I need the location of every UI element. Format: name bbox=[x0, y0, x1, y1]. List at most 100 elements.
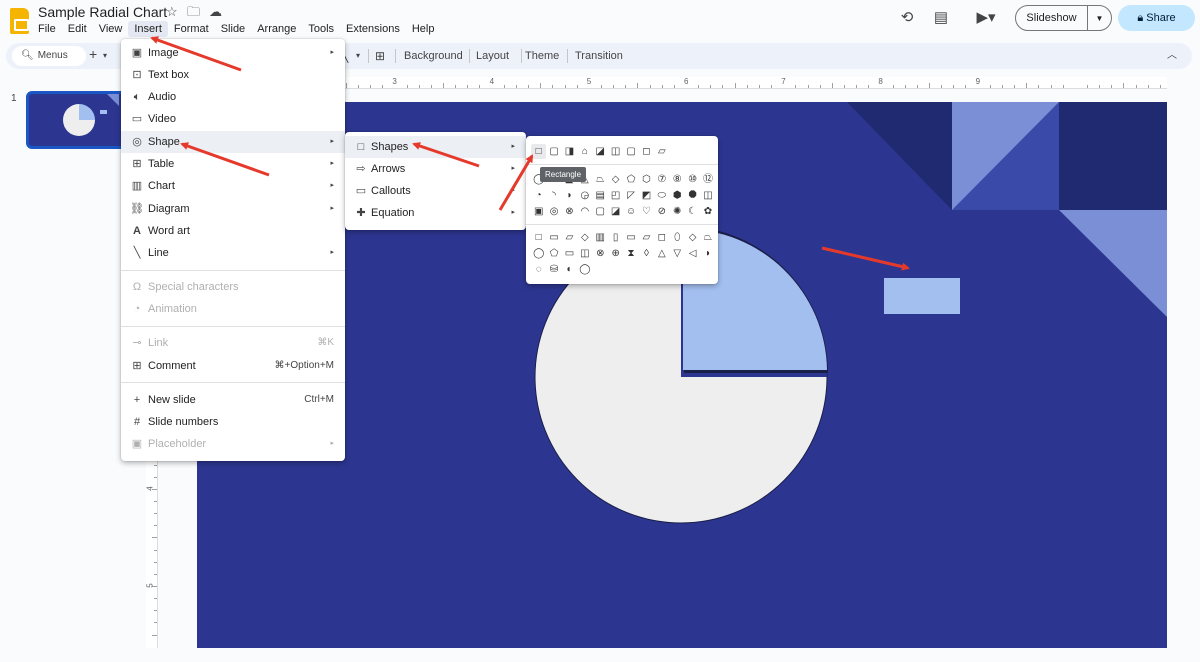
shape-option-icon[interactable]: ▯ bbox=[608, 230, 623, 245]
menu-item-image[interactable]: ▣ Image ▸ bbox=[121, 42, 345, 64]
shape-option-icon[interactable]: ◗ bbox=[562, 188, 577, 203]
theme-button[interactable]: Theme bbox=[525, 48, 559, 64]
menu-item-line[interactable]: ╲ Line ▸ bbox=[121, 242, 345, 264]
shape-option-icon[interactable]: ▤ bbox=[593, 188, 608, 203]
menu-item-slide-numbers[interactable]: # Slide numbers bbox=[121, 411, 345, 433]
shape-option-icon[interactable]: ▱ bbox=[654, 144, 669, 159]
add-comment-icon[interactable]: ⊞ bbox=[375, 48, 385, 64]
shape-option-icon[interactable]: ◻ bbox=[654, 230, 669, 245]
menu-item-diagram[interactable]: ⛓︎ Diagram ▸ bbox=[121, 198, 345, 220]
transition-button[interactable]: Transition bbox=[575, 48, 623, 64]
shape-option-icon[interactable]: ◸ bbox=[623, 188, 638, 203]
shape-option-icon[interactable]: ⊘ bbox=[654, 204, 669, 219]
shape-option-icon[interactable]: ⊗ bbox=[593, 246, 608, 261]
menu-arrange[interactable]: Arrange bbox=[251, 21, 302, 37]
shape-option-icon[interactable]: ⬠ bbox=[623, 172, 638, 187]
shape-option-icon[interactable]: ▱ bbox=[639, 230, 654, 245]
shape-option-icon[interactable]: ◫ bbox=[608, 144, 623, 159]
shape-option-icon[interactable]: ▢ bbox=[546, 144, 561, 159]
shape-option-icon[interactable]: ◪ bbox=[608, 204, 623, 219]
shape-option-icon[interactable]: ◎ bbox=[546, 204, 561, 219]
shape-option-icon[interactable]: ⬠ bbox=[546, 246, 561, 261]
shape-option-icon[interactable]: ▽ bbox=[670, 246, 685, 261]
corner-light-triangle-2[interactable] bbox=[1059, 210, 1167, 317]
shape-option-icon[interactable]: ⬭ bbox=[654, 188, 669, 203]
cloud-saved-icon[interactable]: ☁ bbox=[209, 4, 222, 20]
meet-camera-icon[interactable]: ▶︎▾ bbox=[969, 8, 1003, 28]
move-to-folder-icon[interactable]: 🗀 bbox=[187, 4, 200, 20]
menu-item-table[interactable]: ⊞ Table ▸ bbox=[121, 153, 345, 175]
menu-item-word-art[interactable]: A Word art bbox=[121, 220, 345, 242]
shape-option-icon[interactable]: ◇ bbox=[608, 172, 623, 187]
slideshow-dropdown-icon[interactable]: ▼ bbox=[1088, 14, 1111, 23]
shape-option-icon[interactable]: ◯ bbox=[577, 262, 592, 277]
menu-item-comment[interactable]: ⊞ Comment ⌘+Option+M bbox=[121, 355, 345, 377]
shape-option-icon[interactable]: ✿ bbox=[700, 204, 715, 219]
menus-search-input[interactable]: 🔍︎ Menus bbox=[12, 46, 86, 66]
menu-help[interactable]: Help bbox=[406, 21, 441, 37]
shape-option-icon[interactable]: ▢ bbox=[623, 144, 638, 159]
new-slide-icon[interactable]: + bbox=[89, 46, 97, 62]
shape-option-icon[interactable]: ⬢ bbox=[670, 188, 685, 203]
submenu-item-callouts[interactable]: ▭ Callouts ▸ bbox=[345, 180, 526, 202]
menu-item-text-box[interactable]: ⊡ Text box bbox=[121, 64, 345, 86]
shape-option-icon[interactable]: ⑩ bbox=[685, 172, 700, 187]
document-title[interactable]: Sample Radial Chart bbox=[38, 3, 167, 21]
submenu-item-equation[interactable]: ✚ Equation ▸ bbox=[345, 202, 526, 224]
inserted-rectangle[interactable] bbox=[884, 278, 960, 314]
shape-option-icon[interactable]: ◗ bbox=[700, 246, 715, 261]
shape-option-icon[interactable]: ▭ bbox=[546, 230, 561, 245]
share-button[interactable]: 🔒︎ Share bbox=[1118, 5, 1195, 31]
layout-button[interactable]: Layout bbox=[476, 48, 509, 64]
shape-option-icon[interactable]: ⧗ bbox=[623, 246, 638, 261]
menu-extensions[interactable]: Extensions bbox=[340, 21, 406, 37]
shape-option-icon[interactable]: ▭ bbox=[562, 246, 577, 261]
shape-option-icon[interactable]: ◨ bbox=[562, 144, 577, 159]
shape-option-icon[interactable]: ⑫ bbox=[700, 172, 715, 187]
menu-item-shape[interactable]: ◎ Shape ▸ bbox=[121, 131, 345, 153]
shape-option-icon[interactable]: ◝ bbox=[546, 188, 561, 203]
shape-option-icon[interactable]: ☺ bbox=[623, 204, 638, 219]
shape-option-icon[interactable]: ◰ bbox=[608, 188, 623, 203]
shape-option-icon[interactable]: ▱ bbox=[562, 230, 577, 245]
menu-item-video[interactable]: ▭ Video bbox=[121, 108, 345, 130]
shape-option-icon[interactable]: ◁ bbox=[685, 246, 700, 261]
shape-option-icon[interactable]: ⏢ bbox=[593, 172, 608, 187]
menu-format[interactable]: Format bbox=[168, 21, 215, 37]
shape-option-icon[interactable]: ✺ bbox=[670, 204, 685, 219]
collapse-toolbar-icon[interactable]: ︿ bbox=[1167, 48, 1177, 64]
version-history-icon[interactable]: ⟲ bbox=[897, 8, 917, 28]
shape-option-icon[interactable]: ◇ bbox=[685, 230, 700, 245]
menu-tools[interactable]: Tools bbox=[302, 21, 340, 37]
shape-option-icon[interactable]: ⌂ bbox=[577, 144, 592, 159]
background-button[interactable]: Background bbox=[404, 48, 463, 64]
menu-item-special-characters[interactable]: Ω Special characters bbox=[121, 276, 345, 298]
comments-icon[interactable]: ▤ bbox=[931, 8, 951, 28]
new-slide-dropdown-icon[interactable]: ▾ bbox=[103, 48, 107, 64]
menu-item-new-slide[interactable]: + New slide Ctrl+M bbox=[121, 389, 345, 411]
shape-option-icon[interactable]: ▢ bbox=[593, 204, 608, 219]
menu-view[interactable]: View bbox=[93, 21, 129, 37]
shape-option-icon[interactable]: ◠ bbox=[577, 204, 592, 219]
slides-logo[interactable] bbox=[10, 8, 29, 34]
menu-item-placeholder[interactable]: ▣ Placeholder ▸ bbox=[121, 433, 345, 455]
menu-insert[interactable]: Insert bbox=[128, 21, 168, 37]
slideshow-label[interactable]: Slideshow bbox=[1016, 6, 1088, 30]
shape-option-icon[interactable]: ☾ bbox=[685, 204, 700, 219]
shape-option-icon[interactable]: ◫ bbox=[700, 188, 715, 203]
shape-option-icon[interactable]: ⬡ bbox=[639, 172, 654, 187]
shape-option-icon[interactable]: ◪ bbox=[593, 144, 608, 159]
menu-edit[interactable]: Edit bbox=[62, 21, 93, 37]
menu-slide[interactable]: Slide bbox=[215, 21, 251, 37]
shape-option-icon[interactable]: ♡ bbox=[639, 204, 654, 219]
shape-option-icon[interactable]: ⊗ bbox=[562, 204, 577, 219]
shape-option-icon[interactable]: ◯ bbox=[531, 246, 546, 261]
shape-option-icon[interactable]: ⯃ bbox=[685, 188, 700, 203]
menu-item-link[interactable]: ⊸ Link ⌘K bbox=[121, 332, 345, 354]
shape-option-icon[interactable]: ◻ bbox=[639, 144, 654, 159]
shape-option-icon[interactable]: ⑧ bbox=[670, 172, 685, 187]
shape-option-icon[interactable]: ▭ bbox=[623, 230, 638, 245]
menu-item-audio[interactable]: 🔈︎ Audio bbox=[121, 86, 345, 108]
menu-item-chart[interactable]: ▥ Chart ▸ bbox=[121, 175, 345, 197]
menu-file[interactable]: File bbox=[32, 21, 62, 37]
